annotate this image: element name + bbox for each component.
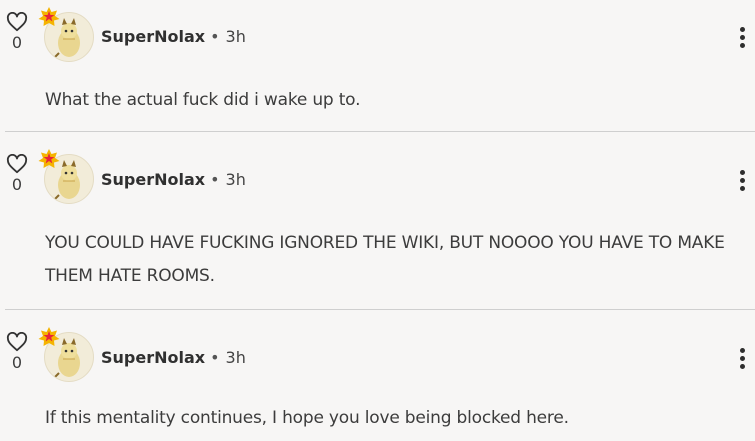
more-vertical-icon[interactable] bbox=[737, 348, 747, 369]
comment-feed: 0 SuperNolax • 3h What the actual fuck d… bbox=[0, 0, 755, 441]
like-control[interactable]: 0 bbox=[6, 332, 28, 372]
timestamp: 3h bbox=[225, 27, 246, 46]
comment-meta: SuperNolax • 3h bbox=[101, 27, 246, 47]
comment-text: If this mentality continues, I hope you … bbox=[45, 408, 569, 428]
comment-meta: SuperNolax • 3h bbox=[101, 348, 246, 368]
like-count: 0 bbox=[11, 353, 23, 372]
comment: 0 SuperNolax • 3h If this mentality cont… bbox=[0, 310, 755, 441]
avatar[interactable] bbox=[38, 149, 94, 204]
comment-text: What the actual fuck did i wake up to. bbox=[45, 90, 361, 110]
like-control[interactable]: 0 bbox=[6, 12, 28, 52]
heart-outline-icon[interactable] bbox=[6, 154, 28, 174]
meta-separator: • bbox=[210, 27, 220, 46]
meta-separator: • bbox=[210, 348, 220, 367]
like-control[interactable]: 0 bbox=[6, 154, 28, 194]
heart-outline-icon[interactable] bbox=[6, 332, 28, 352]
more-vertical-icon[interactable] bbox=[737, 170, 747, 191]
meta-separator: • bbox=[210, 170, 220, 189]
timestamp: 3h bbox=[225, 348, 246, 367]
author-name[interactable]: SuperNolax bbox=[101, 348, 205, 367]
comment: 0 SuperNolax • 3h YOU COULD HAVE FUCKING… bbox=[0, 132, 755, 310]
comment: 0 SuperNolax • 3h What the actual fuck d… bbox=[0, 0, 755, 130]
comment-text: YOU COULD HAVE FUCKING IGNORED THE WIKI,… bbox=[45, 233, 725, 286]
avatar[interactable] bbox=[38, 7, 94, 62]
timestamp: 3h bbox=[225, 170, 246, 189]
like-count: 0 bbox=[11, 175, 23, 194]
like-count: 0 bbox=[11, 33, 23, 52]
comment-meta: SuperNolax • 3h bbox=[101, 170, 246, 190]
heart-outline-icon[interactable] bbox=[6, 12, 28, 32]
star-badge-icon bbox=[38, 7, 60, 26]
author-name[interactable]: SuperNolax bbox=[101, 27, 205, 46]
star-badge-icon bbox=[38, 149, 60, 168]
avatar[interactable] bbox=[38, 327, 94, 382]
more-vertical-icon[interactable] bbox=[737, 27, 747, 48]
author-name[interactable]: SuperNolax bbox=[101, 170, 205, 189]
star-badge-icon bbox=[38, 327, 60, 346]
